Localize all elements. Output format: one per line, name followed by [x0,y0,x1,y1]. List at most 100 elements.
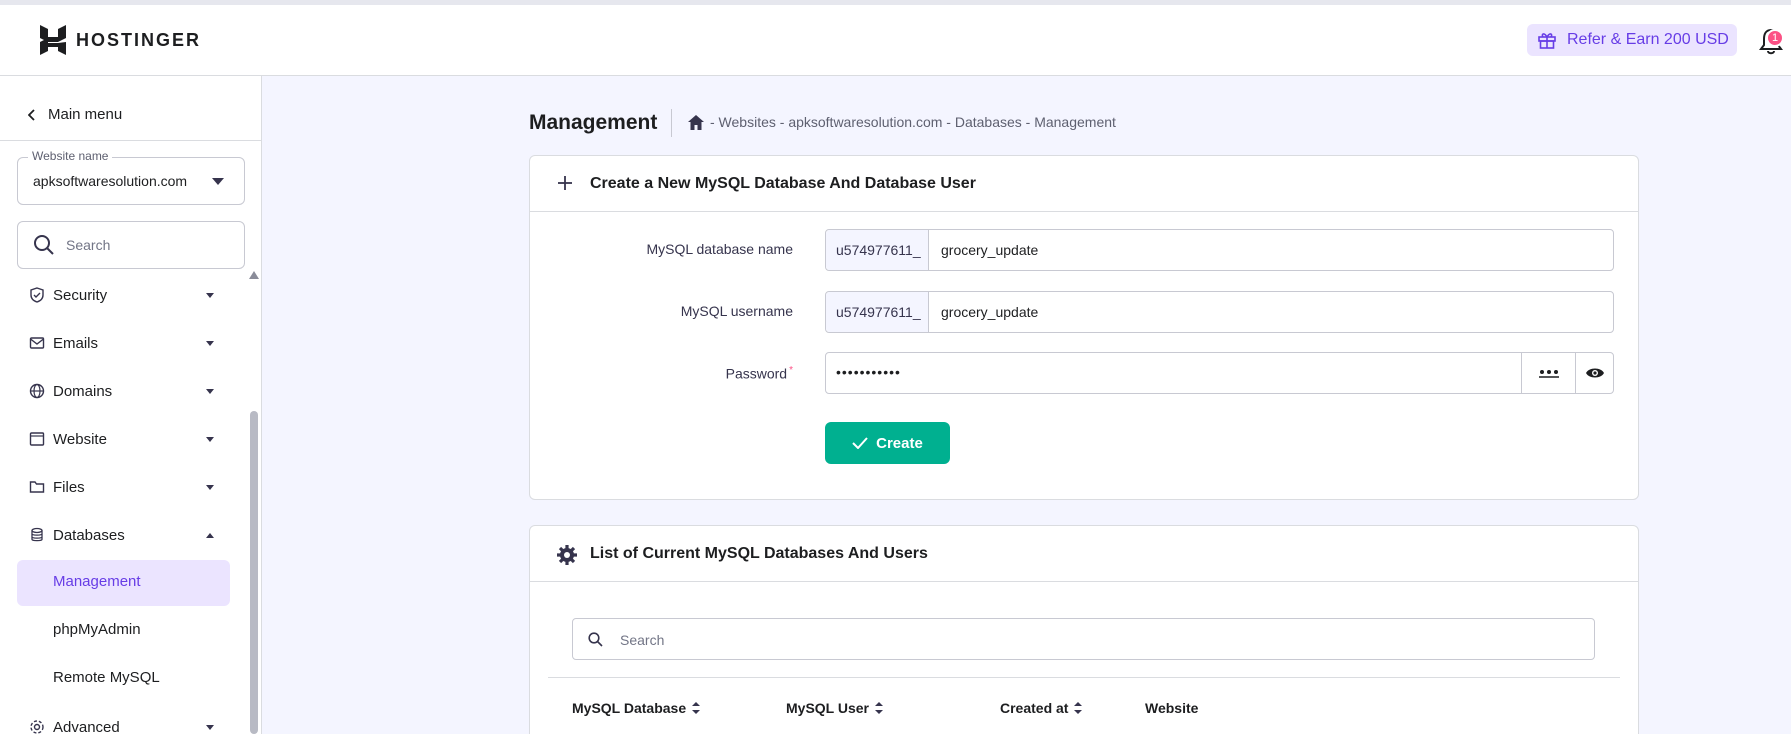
home-icon[interactable] [688,114,704,130]
sidebar-subitem-label: phpMyAdmin [53,621,141,638]
plus-icon [558,176,572,190]
brand-name: HOSTINGER [76,29,202,50]
sidebar-item-label: Advanced [53,718,120,734]
website-select[interactable]: Website name apksoftwaresolution.com [17,149,245,205]
db-name-value: grocery_update [941,242,1039,258]
caret-down-icon [206,725,214,730]
caret-down-icon [212,178,224,185]
sidebar-subitem-phpmyadmin[interactable]: phpMyAdmin [17,608,230,654]
shield-icon [30,287,44,303]
sidebar-item-security[interactable]: Security [17,275,230,315]
list-card-title: List of Current MySQL Databases And User… [590,545,928,562]
caret-up-icon [206,533,214,538]
sort-icon [692,702,701,714]
create-button[interactable]: Create [825,422,950,464]
sidebar-item-files[interactable]: Files [17,467,230,507]
scroll-up-icon[interactable] [249,271,259,279]
database-icon [31,527,43,542]
column-header-label: MySQL Database [572,700,687,716]
db-name-label: MySQL database name [646,241,793,257]
username-label: MySQL username [680,303,793,319]
database-search-placeholder: Search [620,632,665,648]
sidebar-item-label: Security [53,286,108,304]
sort-icon [1074,702,1083,714]
refer-earn-button[interactable]: Refer & Earn 200 USD [1527,24,1737,56]
sidebar-item-emails[interactable]: Emails [17,323,230,363]
scrollbar-thumb[interactable] [250,411,258,734]
sidebar-search-input[interactable]: Search [17,221,245,269]
browser-icon [29,432,45,446]
column-header-website: Website [1145,700,1198,716]
create-button-label: Create [876,434,923,452]
title-divider [671,109,672,137]
db-name-input[interactable]: u574977611_ grocery_update [825,229,1614,271]
gear-icon [30,720,44,734]
top-header: HOSTINGER Refer & Earn 200 USD 1 [0,0,1791,76]
password-value: ••••••••••• [836,364,901,380]
sidebar-item-databases[interactable]: Databases [17,515,230,555]
password-input[interactable]: ••••••••••• [825,352,1614,394]
mail-icon [29,337,45,349]
caret-down-icon [206,485,214,490]
generate-password-button[interactable] [1521,353,1575,393]
sidebar-item-advanced[interactable]: Advanced [17,707,230,734]
gear-icon [557,545,577,565]
sidebar-item-domains[interactable]: Domains [17,371,230,411]
sidebar: Main menu Website name apksoftwaresoluti… [0,76,262,734]
create-card-header: Create a New MySQL Database And Database… [530,156,1638,212]
column-header-database[interactable]: MySQL Database [572,700,701,716]
sidebar-item-label: Domains [53,382,113,400]
username-input[interactable]: u574977611_ grocery_update [825,291,1614,333]
sidebar-subitem-management[interactable]: Management [17,560,230,606]
database-list-card: List of Current MySQL Databases And User… [529,525,1639,734]
search-icon [34,235,54,255]
breadcrumb-path[interactable]: - Websites - apksoftwaresolution.com - D… [710,114,1116,130]
sidebar-subitem-remote-mysql[interactable]: Remote MySQL [17,656,230,702]
globe-icon [29,383,45,399]
database-search-input[interactable]: Search [572,618,1595,660]
caret-down-icon [206,389,214,394]
sidebar-search-placeholder: Search [66,237,111,253]
hostinger-logo-icon [40,25,66,55]
caret-down-icon [206,437,214,442]
website-select-value: apksoftwaresolution.com [33,173,188,189]
list-card-header: List of Current MySQL Databases And User… [530,526,1638,582]
column-header-created[interactable]: Created at [1000,700,1083,716]
refer-label: Refer & Earn 200 USD [1567,31,1729,48]
page-title: Management [529,111,658,134]
caret-down-icon [206,341,214,346]
sidebar-item-label: Emails [53,334,99,352]
folder-icon [29,481,45,493]
gift-icon [1538,33,1556,49]
column-header-label: Created at [1000,700,1069,716]
check-icon [852,437,868,449]
main-menu-label: Main menu [48,106,123,123]
sidebar-item-label: Files [53,478,85,496]
caret-down-icon [206,293,214,298]
dots-icon [1538,370,1559,378]
username-prefix: u574977611_ [826,292,929,332]
column-header-label: MySQL User [786,700,869,716]
main-menu-link[interactable]: Main menu [28,106,122,123]
sidebar-item-website[interactable]: Website [17,419,230,459]
create-card-title: Create a New MySQL Database And Database… [590,175,976,192]
eye-icon [1585,368,1604,378]
chevron-left-icon [28,108,35,121]
hostinger-logo[interactable]: HOSTINGER [40,25,201,55]
show-password-button[interactable] [1575,353,1613,393]
website-select-label: Website name [28,149,113,163]
sidebar-subitem-label: Remote MySQL [53,669,160,686]
search-icon [588,632,603,647]
password-label-text: Password [725,365,788,382]
notification-badge: 1 [1766,29,1784,47]
username-value: grocery_update [941,304,1039,320]
password-label: Password * [543,365,793,382]
sidebar-divider [0,140,262,141]
sidebar-scrollbar[interactable] [249,271,259,734]
breadcrumb: - Websites - apksoftwaresolution.com - D… [688,114,1116,130]
sidebar-item-label: Website [53,430,107,448]
db-name-prefix: u574977611_ [826,230,929,270]
sort-icon [875,702,883,714]
column-header-label: Website [1145,700,1199,716]
column-header-user[interactable]: MySQL User [786,700,883,716]
